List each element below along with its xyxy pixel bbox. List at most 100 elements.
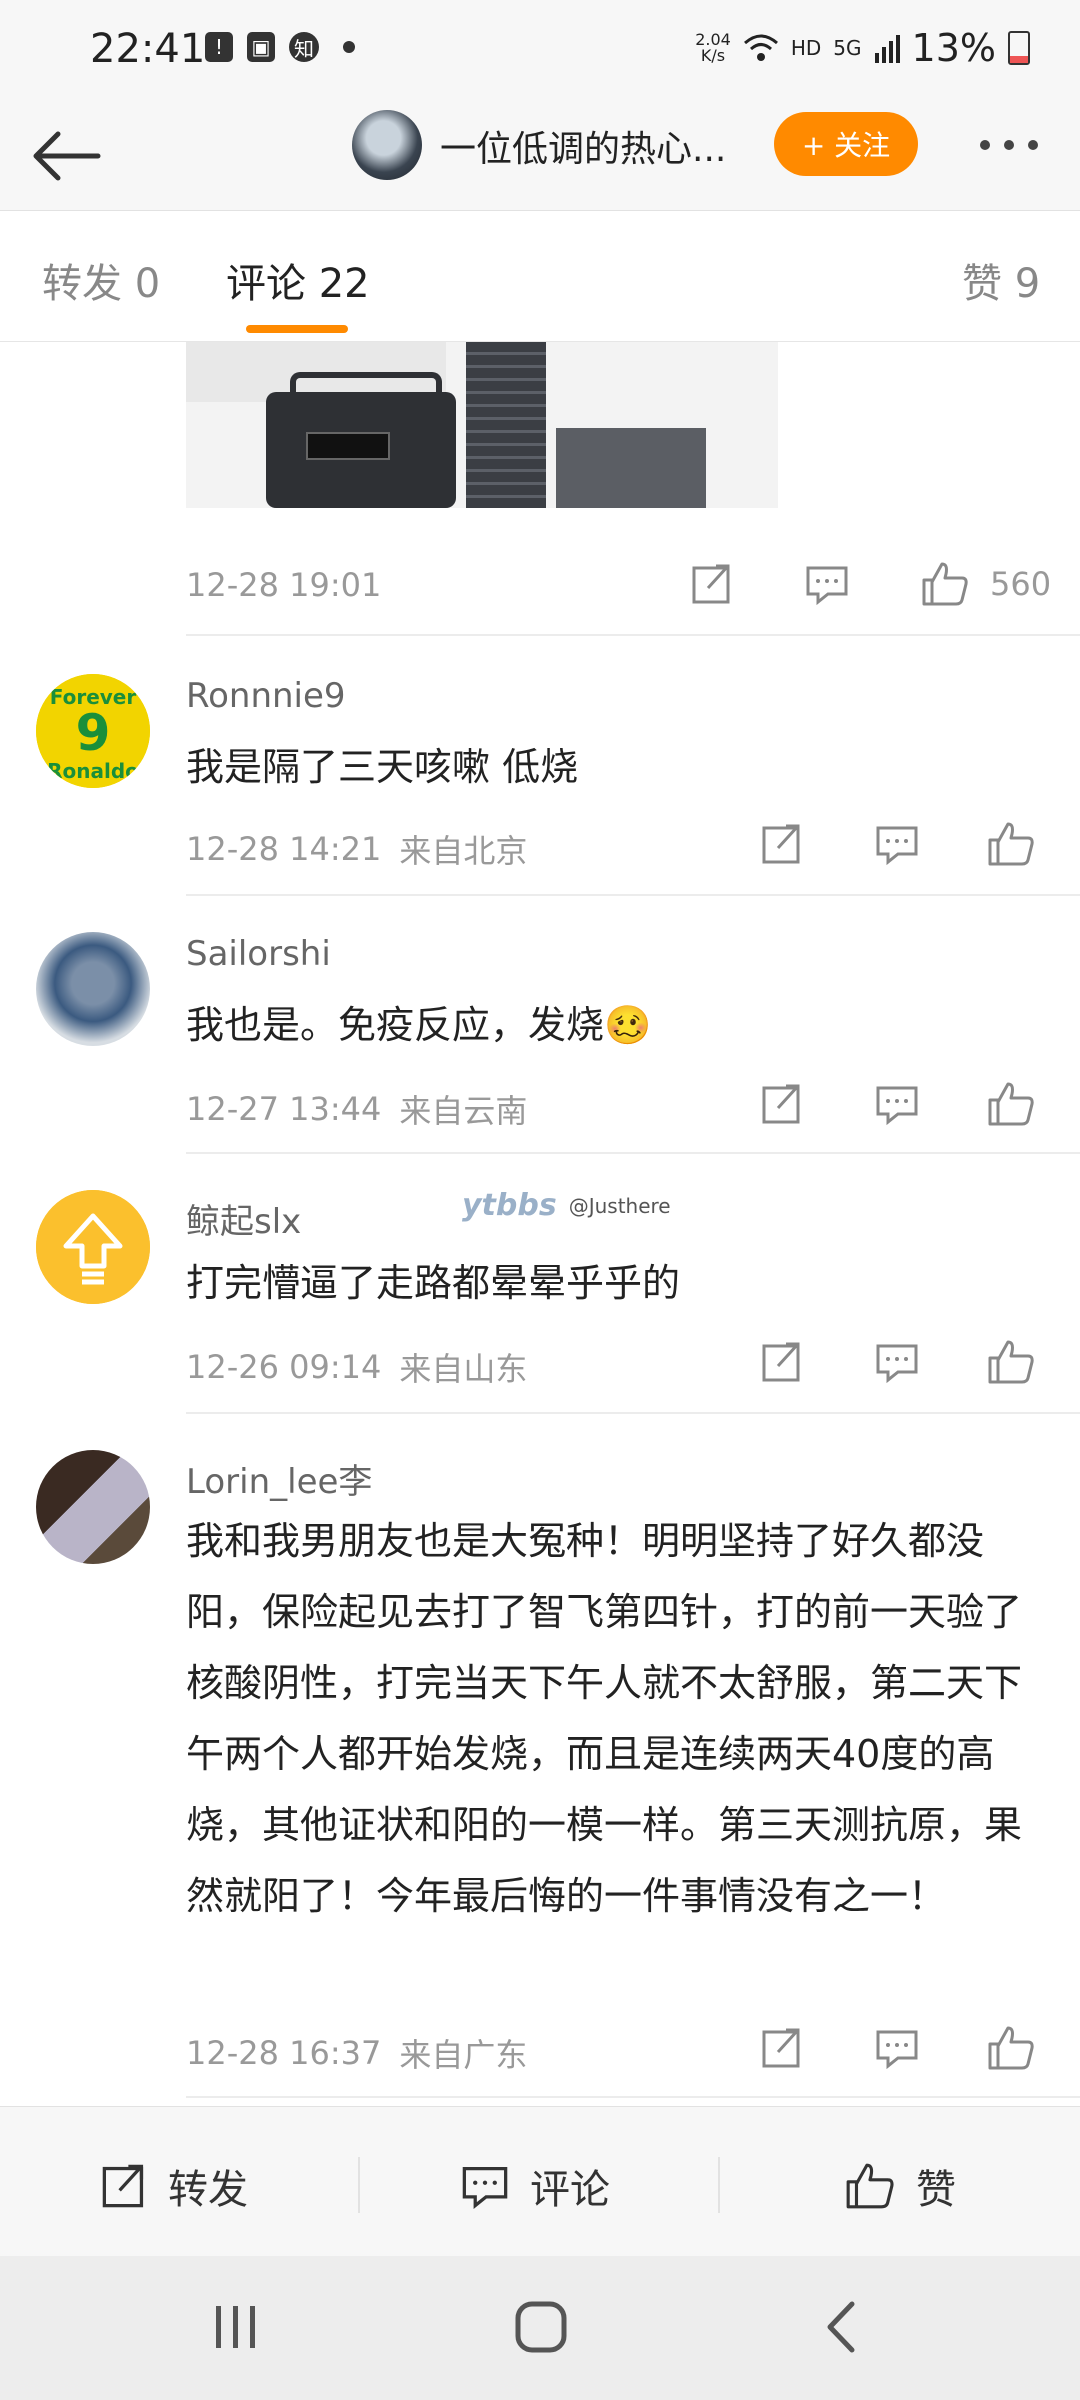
like-count: 560 xyxy=(990,565,1052,603)
repost-icon[interactable] xyxy=(690,562,734,606)
comment-time: 12-26 09:14 xyxy=(186,1348,382,1386)
separator xyxy=(358,2157,360,2213)
system-icons: 2.04 K/s HD 5G 13% xyxy=(695,26,1030,70)
tab-comments[interactable]: 评论 22 xyxy=(226,251,370,309)
repost-icon xyxy=(102,2164,144,2208)
status-time: 22:41 xyxy=(90,26,206,72)
comment-time: 12-28 16:37 xyxy=(186,2034,382,2072)
separator xyxy=(718,2157,720,2213)
follow-button[interactable]: + 关注 xyxy=(774,112,918,176)
comment-label: 评论 xyxy=(530,2167,610,2213)
divider xyxy=(186,634,1080,636)
reply-icon[interactable] xyxy=(874,2026,920,2070)
bottom-action-bar: 转发 评论 赞 xyxy=(0,2106,1080,2257)
author-avatar[interactable] xyxy=(352,110,422,180)
comment-button[interactable]: 评论 xyxy=(460,2157,610,2215)
network-speed: 2.04 K/s xyxy=(695,32,731,64)
more-options-icon[interactable] xyxy=(980,140,1038,150)
comment-meta: 12-28 14:21 来自北京 xyxy=(186,826,527,872)
upload-arrow-icon xyxy=(36,1190,150,1304)
comment-actions xyxy=(760,2024,1036,2072)
tab-reposts[interactable]: 转发 0 xyxy=(42,251,160,309)
post-meta: 12-28 19:01 xyxy=(186,566,381,604)
comment-meta: 12-28 16:37 来自广东 xyxy=(186,2030,527,2076)
comment-username[interactable]: 鲸起slx xyxy=(186,1194,301,1243)
like-icon[interactable] xyxy=(986,2024,1036,2072)
comment-icon[interactable] xyxy=(804,562,850,606)
comment-text: 我也是。免疫反应，发烧🥴 xyxy=(186,1003,652,1047)
comment-text: 我和我男朋友也是大冤种！明明坚持了好久都没阳，保险起见去打了智飞第四针，打的前一… xyxy=(186,1519,1023,1918)
comment-time: 12-28 14:21 xyxy=(186,830,382,868)
comment-location: 来自云南 xyxy=(399,1092,528,1130)
reply-icon[interactable] xyxy=(874,1340,920,1384)
comment-meta: 12-27 13:44 来自云南 xyxy=(186,1086,527,1132)
comment-avatar[interactable] xyxy=(36,1450,150,1564)
avatar-text-nine: 9 xyxy=(76,704,111,762)
repost-icon[interactable] xyxy=(760,1340,804,1384)
post-timestamp: 12-28 19:01 xyxy=(186,566,382,604)
status-bar: 22:41 ! ▣ 知 2.04 K/s HD 5G 13% xyxy=(0,0,1080,100)
like-icon[interactable] xyxy=(920,560,970,608)
repost-icon[interactable] xyxy=(760,2026,804,2070)
comment-avatar[interactable] xyxy=(36,932,150,1046)
comment-actions xyxy=(760,820,1036,868)
notification-icons: ! ▣ 知 xyxy=(205,32,355,62)
divider xyxy=(186,2096,1080,2098)
repost-button[interactable]: 转发 xyxy=(100,2157,248,2215)
comment-actions xyxy=(760,1338,1036,1386)
post-actions: 560 xyxy=(690,560,1051,608)
active-tab-indicator xyxy=(246,325,348,333)
system-navigation-bar xyxy=(0,2256,1080,2400)
comment-meta: 12-26 09:14 来自山东 xyxy=(186,1344,527,1390)
watermark-handle: @Justhere xyxy=(568,1193,671,1218)
comment-text: 打完懵逼了走路都晕晕乎乎的 xyxy=(186,1261,681,1305)
zhihu-icon: 知 xyxy=(289,32,319,62)
like-icon xyxy=(846,2163,894,2209)
comment-avatar[interactable] xyxy=(36,1190,150,1304)
image-icon: ▣ xyxy=(247,32,275,62)
recent-apps-icon[interactable] xyxy=(212,2302,260,2352)
reply-icon[interactable] xyxy=(874,822,920,866)
comment-actions xyxy=(760,1080,1036,1128)
tab-likes[interactable]: 赞 9 xyxy=(962,251,1040,309)
author-name[interactable]: 一位低调的热心... xyxy=(440,120,726,172)
battery-icon xyxy=(1008,31,1030,65)
comment-location: 来自北京 xyxy=(399,832,528,870)
speed-unit: K/s xyxy=(700,46,726,65)
header: 一位低调的热心... + 关注 xyxy=(0,100,1080,211)
comment-icon xyxy=(462,2166,508,2209)
back-arrow-icon[interactable] xyxy=(28,124,108,188)
comment-username[interactable]: Sailorshi xyxy=(186,934,331,974)
comment-time: 12-27 13:44 xyxy=(186,1090,382,1128)
comment-avatar[interactable]: Forever 9 Ronaldo xyxy=(36,674,150,788)
reply-icon[interactable] xyxy=(874,1082,920,1126)
avatar-text-ronaldo: Ronaldo xyxy=(47,759,139,783)
like-icon[interactable] xyxy=(986,820,1036,868)
nav-back-icon[interactable] xyxy=(824,2300,858,2354)
repost-label: 转发 xyxy=(168,2167,248,2213)
dot-icon xyxy=(343,41,355,53)
post-image[interactable] xyxy=(186,342,778,508)
like-icon[interactable] xyxy=(986,1080,1036,1128)
watermark: ytbbs @Justhere xyxy=(462,1188,671,1223)
comment-username[interactable]: Lorin_lee李 xyxy=(186,1454,372,1503)
tab-bar: 转发 0 评论 22 赞 9 xyxy=(0,211,1080,342)
like-icon[interactable] xyxy=(986,1338,1036,1386)
repost-icon[interactable] xyxy=(760,1082,804,1126)
like-label: 赞 xyxy=(916,2167,956,2213)
alert-icon: ! xyxy=(205,32,233,62)
battery-percent: 13% xyxy=(911,26,996,70)
comment-text: 我是隔了三天咳嗽 低烧 xyxy=(186,745,579,789)
comment-location: 来自山东 xyxy=(399,1350,528,1388)
divider xyxy=(186,1412,1080,1414)
home-icon[interactable] xyxy=(514,2300,568,2354)
divider xyxy=(186,894,1080,896)
repost-icon[interactable] xyxy=(760,822,804,866)
comment-location: 来自广东 xyxy=(399,2036,528,2074)
signal-label: 5G xyxy=(833,36,862,60)
divider xyxy=(186,1152,1080,1154)
comment-username[interactable]: Ronnnie9 xyxy=(186,676,346,716)
hd-label: HD xyxy=(790,36,822,60)
like-button[interactable]: 赞 xyxy=(844,2157,956,2215)
signal-bars-icon xyxy=(874,35,900,63)
